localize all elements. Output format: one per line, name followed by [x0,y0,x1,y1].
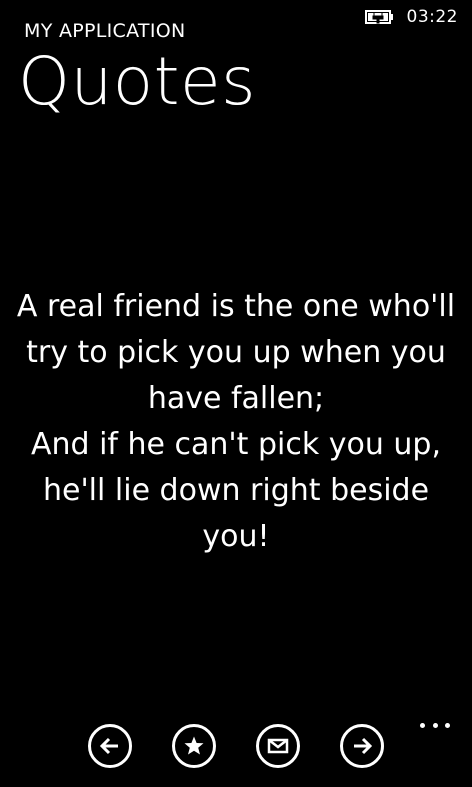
quote-text: A real friend is the one who'll try to p… [8,284,464,560]
mail-icon [267,737,289,755]
ellipsis-icon [432,722,438,728]
next-button[interactable] [340,724,384,768]
page-title: Quotes [18,43,257,120]
quote-line: A real friend is the one who'll [16,289,456,324]
star-icon [183,735,205,757]
share-email-button[interactable] [256,724,300,768]
arrow-left-icon [99,735,121,757]
quote-line: And if he can't pick you up, [30,427,442,462]
app-bar [0,717,472,787]
ellipsis-icon [445,722,450,728]
more-options-button[interactable] [420,718,450,732]
quote-line: you! [202,519,270,554]
arrow-right-icon [351,735,373,757]
quote-line: try to pick you up when you [26,335,446,370]
quote-line: have fallen; [147,381,325,416]
app-title: MY APPLICATION [24,20,186,42]
battery-charging-icon [364,9,395,25]
status-bar: 03:22 [364,0,459,34]
status-time: 03:22 [406,7,458,27]
favorite-button[interactable] [172,724,216,768]
previous-button[interactable] [88,724,132,768]
app-bar-buttons [88,724,384,768]
quote-line: he'll lie down right beside [42,473,430,508]
ellipsis-icon [420,722,425,728]
